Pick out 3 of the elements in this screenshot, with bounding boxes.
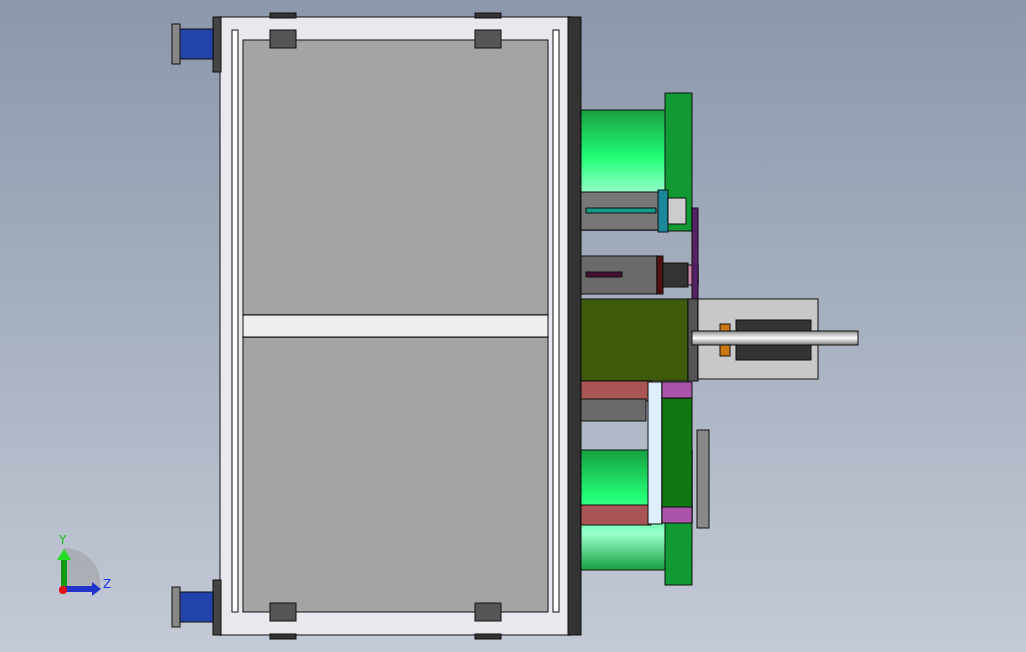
axis-label: Y (59, 533, 67, 547)
axis-label: Z (103, 577, 112, 591)
axis-triad-icon (57, 548, 101, 596)
